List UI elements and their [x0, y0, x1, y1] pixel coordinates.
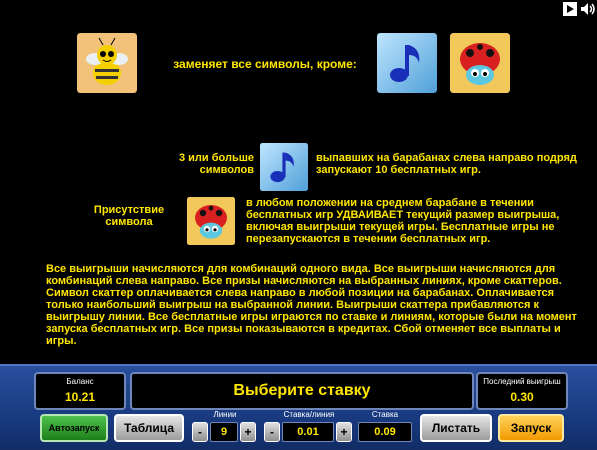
wild-description: заменяет все символы, кроме: [173, 57, 357, 71]
presence-label: Присутствие символа [93, 204, 165, 228]
play-toggle-icon[interactable] [561, 0, 579, 18]
last-win-value: 0.30 [510, 390, 534, 404]
scatter-description: выпавших на барабанах слева направо подр… [316, 152, 577, 176]
bet-per-line-value: 0.01 [282, 422, 334, 442]
bet-label: Ставка [371, 410, 399, 419]
paytable-button[interactable]: Таблица [114, 414, 184, 442]
last-win-label: Последний выигрыш [483, 377, 561, 386]
balance-label: Баланс [66, 377, 94, 386]
general-rules: Все выигрыши начисляются для комбинаций … [46, 263, 577, 347]
ladybug-icon [187, 197, 235, 250]
message-display: Выберите ставку [130, 372, 474, 410]
bet-per-line-plus-button[interactable]: + [336, 422, 352, 442]
bee-icon [77, 33, 137, 98]
ladybug-icon [450, 33, 510, 98]
top-toolbar [561, 0, 597, 18]
balance-value: 10.21 [64, 390, 96, 404]
presence-description: в любом положении на среднем барабане в … [246, 197, 560, 245]
music-note-icon [377, 33, 437, 98]
last-win-display: Последний выигрыш 0.30 [476, 372, 568, 410]
lines-plus-button[interactable]: + [240, 422, 256, 442]
lines-minus-button[interactable]: - [192, 422, 208, 442]
bet-per-line-minus-button[interactable]: - [264, 422, 280, 442]
lines-label: Линии [213, 410, 237, 419]
bet-per-line-label: Ставка/линия [283, 410, 335, 419]
bet-value: 0.09 [358, 422, 412, 442]
scatter-count-label: 3 или больше символов [178, 152, 254, 176]
control-panel: Баланс 10.21 Выберите ставку Последний в… [0, 364, 597, 450]
music-note-icon [260, 143, 308, 196]
start-button[interactable]: Запуск [498, 414, 564, 442]
balance-display: Баланс 10.21 [34, 372, 126, 410]
autoplay-button[interactable]: Автозапуск [40, 414, 108, 442]
page-button[interactable]: Листать [420, 414, 492, 442]
sound-icon[interactable] [579, 0, 597, 18]
lines-value: 9 [210, 422, 238, 442]
